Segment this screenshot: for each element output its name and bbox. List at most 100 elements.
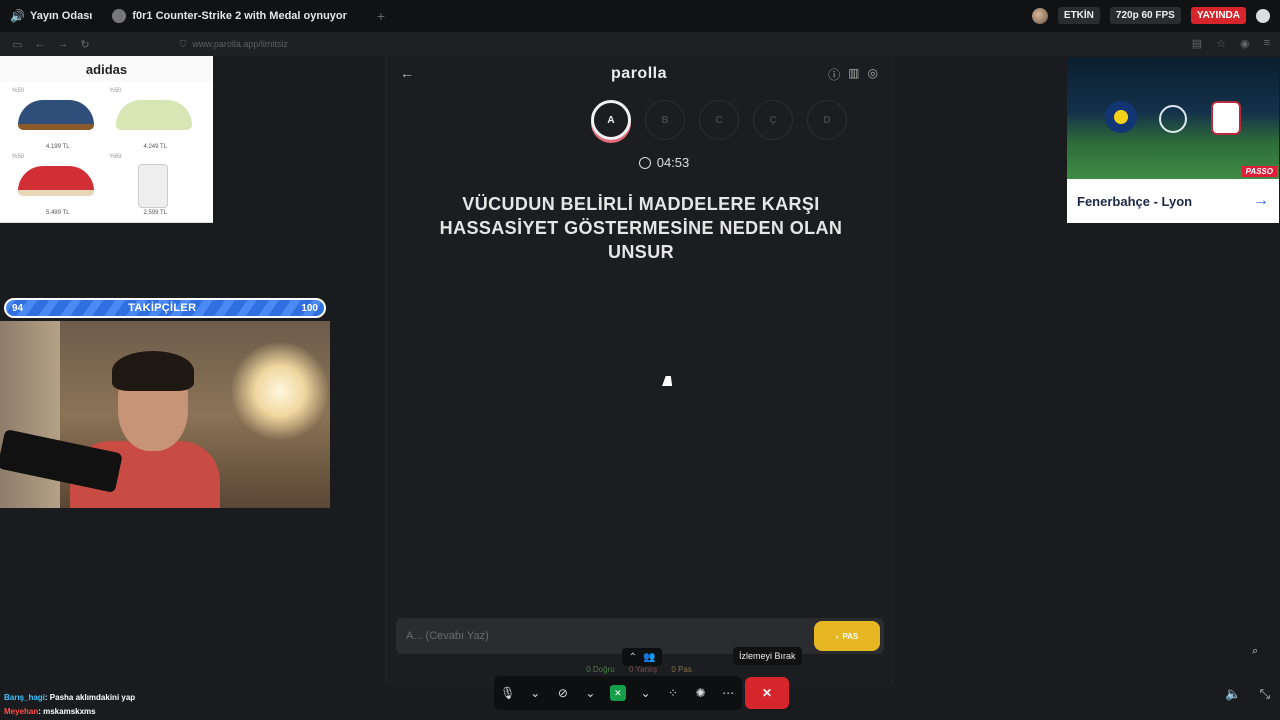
champions-league-logo [1159, 105, 1187, 133]
tab-label: Yayın Odası [30, 10, 93, 22]
webcam-feed [0, 321, 330, 508]
chat-text: : Pasha aklımdakini yap [44, 693, 136, 702]
avatar-icon [112, 9, 127, 23]
screen-share-icon[interactable]: ✕ [609, 685, 626, 701]
top-bar: 🔊 Yayın Odası f0r1 Counter-Strike 2 with… [0, 0, 1280, 32]
info-icon[interactable]: ⓘ [828, 66, 840, 83]
letter-c: C [699, 100, 739, 140]
ad-caption[interactable]: Fenerbahçe - Lyon → [1067, 179, 1279, 223]
discount-label: %50 [109, 88, 122, 94]
player-controls: 🔈 ⤡ [1225, 686, 1270, 702]
product-item[interactable]: %50 4.199 TL [10, 86, 106, 150]
chevron-up-icon: ⌃ [628, 651, 637, 663]
camera-off-icon[interactable]: ⊘ [552, 682, 574, 704]
chat-message: Barış_hagi: Pasha aklımdakini yap [4, 693, 135, 702]
wrong-count: 0 Yanlış [628, 665, 658, 674]
menu-icon[interactable]: ≡ [1264, 37, 1270, 50]
match-title: Fenerbahçe - Lyon [1077, 193, 1193, 209]
timer: 04:53 [386, 155, 892, 170]
discount-label: %50 [12, 154, 25, 160]
shield-icon: ⛉ [179, 38, 187, 49]
streamer-hair [112, 351, 194, 391]
ad-left[interactable]: adidas %50 4.199 TL %50 4.249 TL %50 5.4… [0, 56, 213, 223]
forward-icon[interactable]: → [57, 38, 68, 50]
tab-stream[interactable]: f0r1 Counter-Strike 2 with Medal oynuyor [102, 0, 357, 32]
fullscreen-exit-icon[interactable]: ⤡ [1260, 686, 1270, 702]
chat-user[interactable]: Meyehan [4, 707, 38, 716]
follower-goal: 100 [301, 302, 318, 314]
price-label: 2.599 TL [143, 210, 168, 216]
product-item[interactable]: %69 2.599 TL [108, 152, 204, 216]
soundboard-icon[interactable]: ✺ [690, 682, 712, 704]
pass-button[interactable]: › PAS [814, 621, 880, 651]
follower-current: 94 [12, 302, 24, 314]
url-field[interactable]: ⛉ www.parolla.app/limitsiz [180, 39, 288, 50]
question-text: VÜCUDUN BELİRLİ MADDELERE KARŞI HASSASİY… [439, 194, 843, 262]
lamp-glow [230, 341, 330, 441]
pass-label: PAS [842, 631, 859, 641]
chevron-down-icon[interactable]: ⌄ [524, 682, 546, 704]
activities-icon[interactable]: ⁘ [662, 682, 684, 704]
back-icon[interactable]: ← [34, 38, 45, 50]
call-toolbar: 🎙 ⌄ ⊘ ⌄ ✕ ⌄ ⁘ ✺ ⋯ [494, 676, 742, 710]
back-arrow-icon[interactable]: ← [400, 65, 414, 81]
user-avatar[interactable] [1031, 7, 1048, 24]
product-item[interactable]: %50 5.499 TL [10, 152, 106, 216]
curtain [0, 321, 60, 508]
ad-right[interactable]: PASSO Fenerbahçe - Lyon → [1067, 57, 1279, 223]
letter-b: B [645, 100, 685, 140]
letter-d: D [807, 100, 847, 140]
letter-a: A [591, 100, 631, 140]
viewers-toggle[interactable]: ⌃ 👥 [622, 648, 662, 666]
score-stats: 0 Doğru 0 Yanlış 0 Pas [386, 665, 892, 674]
stream-status: ETKİN 720p 60 FPS YAYINDA [1031, 7, 1270, 24]
zoom-icon[interactable]: ⌕ [1252, 645, 1270, 663]
new-tab-icon[interactable]: + [377, 8, 385, 24]
product-item[interactable]: %50 4.249 TL [108, 86, 204, 150]
shoe-image [115, 100, 192, 130]
chevron-down-icon[interactable]: ⌄ [635, 682, 657, 704]
leave-stream-button[interactable]: ✕ [745, 677, 789, 709]
close-icon: ✕ [761, 686, 773, 700]
price-label: 4.199 TL [45, 144, 70, 150]
game-header: ← parolla ⓘ ▥ ◎ [386, 56, 892, 92]
pass-count: 0 Pas [671, 665, 692, 674]
shoe-image [18, 100, 94, 130]
shoe-image [18, 166, 94, 196]
chat-user[interactable]: Barış_hagi [4, 693, 45, 702]
letter-cc: Ç [753, 100, 793, 140]
sock-image [137, 164, 168, 208]
follower-label: TAKİPÇİLER [128, 302, 197, 314]
bookmark-icon[interactable]: ☆ [1216, 37, 1226, 50]
price-label: 4.249 TL [143, 144, 168, 150]
profile-icon[interactable]: ◉ [1240, 37, 1250, 50]
reader-icon[interactable]: ▤ [1192, 37, 1202, 50]
microphone-icon[interactable]: 🎙 [497, 682, 519, 704]
chevron-down-icon[interactable]: ⌄ [579, 682, 601, 704]
browser-extensions: ▤ ☆ ◉ ≡ [1192, 37, 1270, 50]
header-icons: ⓘ ▥ ◎ [828, 66, 878, 83]
reload-icon[interactable]: ↻ [80, 38, 89, 51]
quality-badge[interactable]: 720p 60 FPS [1109, 7, 1181, 24]
correct-count: 0 Doğru [586, 665, 615, 674]
more-icon[interactable]: ⋯ [717, 682, 739, 704]
chat-icon[interactable] [1256, 8, 1270, 23]
browser-address-bar: ▭ ← → ↻ ⛉ www.parolla.app/limitsiz ▤ ☆ ◉… [0, 32, 1280, 56]
tab-stream-room[interactable]: 🔊 Yayın Odası [0, 0, 102, 32]
sponsor-badge: PASSO [1241, 166, 1277, 177]
account-icon[interactable]: ◎ [868, 66, 878, 83]
people-icon: 👥 [642, 651, 656, 663]
price-label: 5.499 TL [45, 210, 70, 216]
chat-text: : mskamskxms [38, 707, 96, 716]
answer-placeholder: A... (Cevabı Yaz) [406, 630, 489, 642]
volume-icon[interactable]: 🔈 [1225, 686, 1241, 702]
clock-icon [638, 157, 651, 169]
live-badge: YAYINDA [1190, 7, 1246, 24]
ad-image: PASSO [1067, 57, 1279, 179]
stats-icon[interactable]: ▥ [848, 66, 859, 83]
sidebar-toggle-icon[interactable]: ▭ [12, 38, 22, 51]
game-logo: parolla [611, 65, 667, 82]
product-grid: %50 4.199 TL %50 4.249 TL %50 5.499 TL %… [0, 82, 213, 220]
parolla-game: ← parolla ⓘ ▥ ◎ A B C Ç D 04:53 VÜCUDUN … [385, 56, 893, 686]
fenerbahce-crest [1105, 101, 1137, 133]
